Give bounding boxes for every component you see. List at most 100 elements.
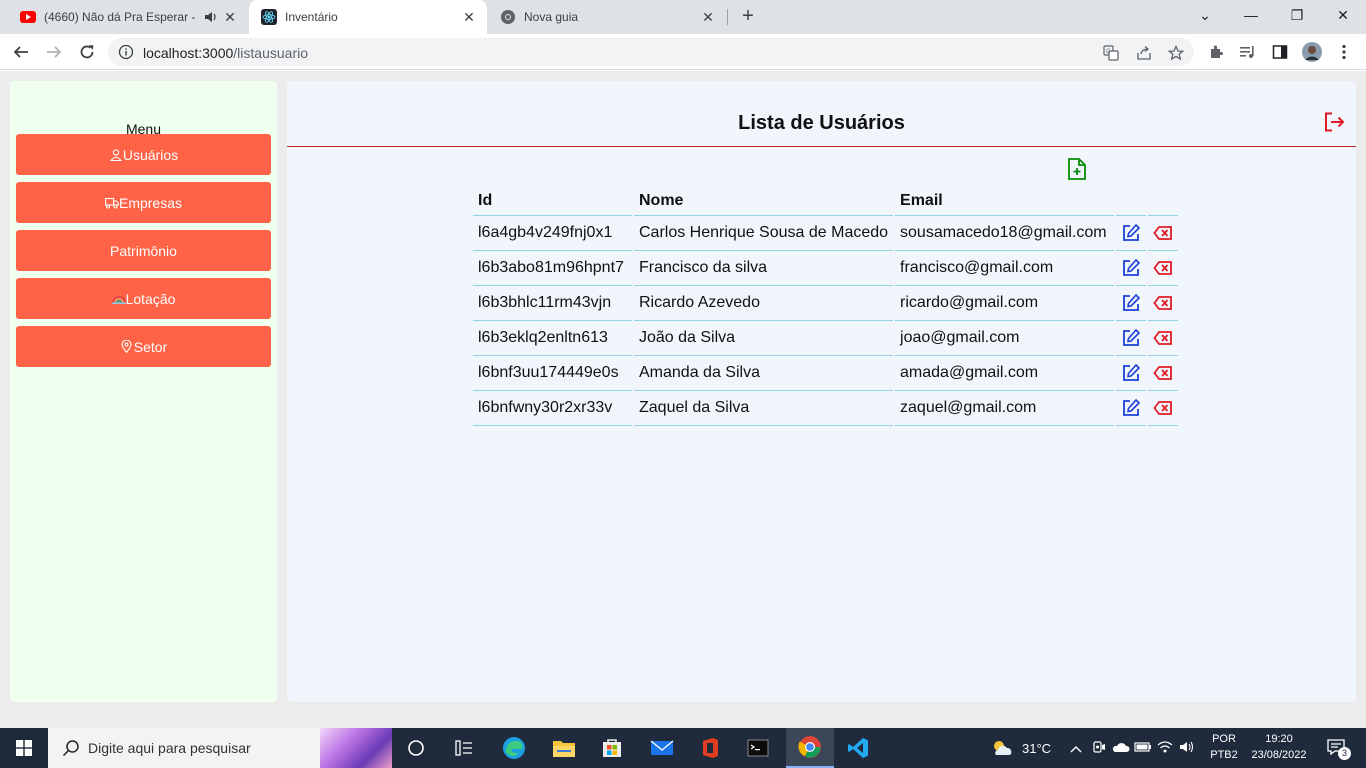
- close-tab-icon[interactable]: ✕: [222, 9, 238, 25]
- back-button[interactable]: [9, 40, 33, 64]
- cell-email: amada@gmail.com: [895, 356, 1115, 391]
- address-bar[interactable]: localhost:3000/listausuario G: [108, 38, 1194, 66]
- store-app[interactable]: [588, 728, 636, 768]
- title-divider: [287, 146, 1356, 147]
- close-tab-icon[interactable]: ✕: [461, 9, 477, 25]
- new-tab-button[interactable]: +: [736, 5, 760, 29]
- share-icon[interactable]: [1135, 44, 1153, 62]
- sidebar-item-setor[interactable]: Setor: [16, 326, 271, 367]
- delete-icon[interactable]: [1153, 294, 1173, 311]
- search-icon: [62, 739, 80, 757]
- onedrive-icon[interactable]: [1110, 741, 1132, 756]
- arrow-left-icon: [13, 46, 28, 58]
- system-tray-icons[interactable]: [1068, 728, 1198, 768]
- tab-title: Nova guia: [524, 10, 579, 24]
- delete-icon[interactable]: [1153, 399, 1173, 416]
- widgets-button[interactable]: [440, 728, 488, 768]
- add-user-icon[interactable]: [1066, 157, 1088, 181]
- side-panel-icon[interactable]: [1270, 42, 1290, 62]
- cell-delete: [1148, 321, 1179, 356]
- edit-icon[interactable]: [1121, 363, 1141, 381]
- speaker-icon[interactable]: [204, 10, 218, 24]
- task-view-button[interactable]: [392, 728, 440, 768]
- svg-text:G: G: [1106, 48, 1111, 55]
- logout-icon[interactable]: [1323, 111, 1345, 133]
- delete-icon[interactable]: [1153, 224, 1173, 241]
- edit-icon[interactable]: [1121, 398, 1141, 416]
- edit-icon[interactable]: [1121, 328, 1141, 346]
- notification-icon: 3: [1327, 739, 1351, 760]
- search-highlight-image: [320, 728, 392, 768]
- delete-icon[interactable]: [1153, 329, 1173, 346]
- edit-icon[interactable]: [1121, 293, 1141, 311]
- cell-email: francisco@gmail.com: [895, 251, 1115, 286]
- input-language[interactable]: POR: [1206, 733, 1242, 745]
- close-window-button[interactable]: ✕: [1320, 0, 1366, 30]
- star-icon[interactable]: [1167, 44, 1185, 62]
- sidebar-item-label: Usuários: [122, 146, 179, 163]
- cell-delete: [1148, 286, 1179, 321]
- cell-id: l6bnf3uu174449e0s: [473, 356, 632, 391]
- start-button[interactable]: [0, 728, 48, 768]
- mail-icon: [650, 740, 674, 755]
- keyboard-layout[interactable]: PTB2: [1206, 749, 1242, 761]
- cell-edit: [1116, 251, 1147, 286]
- weather-widget[interactable]: 31°C: [990, 728, 1051, 768]
- sidebar-item-label: Lotação: [125, 290, 176, 307]
- terminal-app[interactable]: [734, 728, 782, 768]
- clock-date[interactable]: 23/08/2022: [1244, 749, 1314, 761]
- sidebar-item-patrimonio[interactable]: Patrimônio: [16, 230, 271, 271]
- terminal-icon: [747, 739, 769, 757]
- edit-icon[interactable]: [1121, 223, 1141, 241]
- volume-icon[interactable]: [1176, 740, 1198, 757]
- info-icon[interactable]: [118, 44, 134, 60]
- arrow-right-icon: [47, 46, 62, 58]
- cell-delete: [1148, 216, 1179, 251]
- react-icon: [261, 9, 277, 25]
- users-table: Id Nome Email l6a4gb4v249fnj0x1 Carlos He…: [471, 187, 1180, 426]
- mail-app[interactable]: [638, 728, 686, 768]
- reload-button[interactable]: [75, 40, 99, 64]
- temperature: 31°C: [1022, 740, 1052, 756]
- column-header-name: Nome: [634, 187, 894, 216]
- reload-icon: [80, 45, 94, 59]
- tab-search-button[interactable]: ⌄: [1182, 0, 1228, 30]
- media-control-icon[interactable]: [1238, 42, 1258, 62]
- delete-icon[interactable]: [1153, 364, 1173, 381]
- wifi-icon[interactable]: [1154, 740, 1176, 757]
- tab-youtube[interactable]: (4660) Não dá Pra Esperar - ✕: [8, 0, 248, 34]
- delete-icon[interactable]: [1153, 259, 1173, 276]
- kebab-menu-icon[interactable]: [1334, 42, 1354, 62]
- tab-nova-guia[interactable]: Nova guia ✕: [488, 0, 726, 34]
- clock-time[interactable]: 19:20: [1244, 733, 1314, 745]
- forward-button[interactable]: [42, 40, 66, 64]
- close-tab-icon[interactable]: ✕: [700, 9, 716, 25]
- taskbar-search[interactable]: Digite aqui para pesquisar: [48, 728, 392, 768]
- notification-center-button[interactable]: 3: [1322, 728, 1352, 768]
- edit-icon[interactable]: [1121, 258, 1141, 276]
- chrome-app[interactable]: [786, 728, 834, 768]
- tab-inventario[interactable]: Inventário ✕: [249, 0, 487, 34]
- restore-button[interactable]: ❐: [1274, 0, 1320, 30]
- avatar[interactable]: [1302, 42, 1322, 62]
- cell-delete: [1148, 391, 1179, 426]
- translate-icon[interactable]: G: [1102, 44, 1120, 62]
- search-placeholder: Digite aqui para pesquisar: [88, 740, 251, 756]
- office-app[interactable]: [686, 728, 734, 768]
- cell-edit: [1116, 321, 1147, 356]
- table-row: l6b3eklq2enltn613 João da Silva joao@gmail…: [473, 321, 1179, 356]
- tab-title: (4660) Não dá Pra Esperar -: [44, 10, 196, 24]
- chevron-up-icon[interactable]: [1068, 741, 1084, 756]
- edge-app[interactable]: [490, 728, 538, 768]
- battery-icon[interactable]: [1132, 741, 1154, 756]
- extensions-icon[interactable]: [1206, 42, 1226, 62]
- sidebar: Menu Usuários Empresas Patrimônio Lotaçã…: [10, 81, 277, 702]
- table-row: l6b3bhlc11rm43vjn Ricardo Azevedo ricardo@…: [473, 286, 1179, 321]
- sidebar-item-empresas[interactable]: Empresas: [16, 182, 271, 223]
- sidebar-item-usuarios[interactable]: Usuários: [16, 134, 271, 175]
- minimize-button[interactable]: —: [1228, 0, 1274, 30]
- vscode-app[interactable]: [834, 728, 882, 768]
- camera-icon[interactable]: [1088, 740, 1110, 757]
- sidebar-item-lotacao[interactable]: Lotação: [16, 278, 271, 319]
- file-explorer-app[interactable]: [540, 728, 588, 768]
